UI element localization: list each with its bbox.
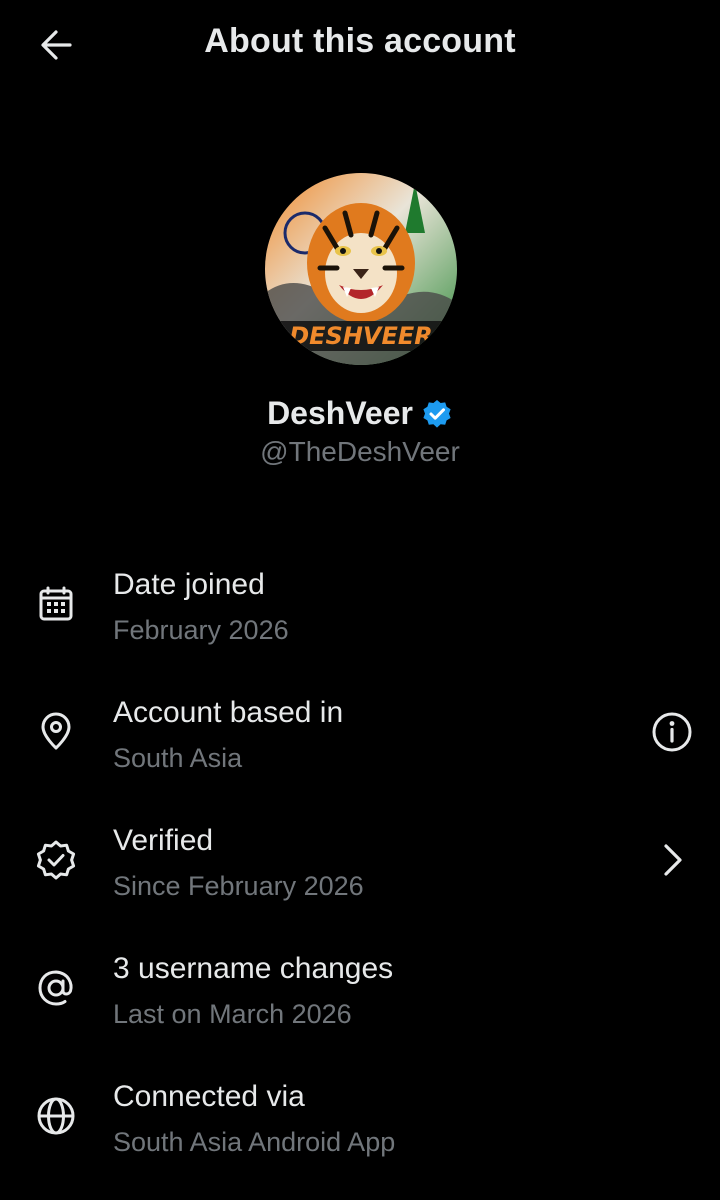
- list-item-verified[interactable]: Verified Since February 2026: [0, 816, 720, 944]
- chevron-right-icon: [664, 844, 682, 876]
- row-subtitle: South Asia: [113, 743, 243, 773]
- verified-badge-icon: [421, 398, 453, 430]
- info-button[interactable]: [648, 708, 696, 756]
- globe-icon: [34, 1094, 78, 1138]
- name-row: DeshVeer: [0, 395, 720, 432]
- row-subtitle: February 2026: [113, 615, 289, 645]
- row-title: Verified: [113, 824, 214, 857]
- avatar[interactable]: DESHVEER: [265, 173, 457, 365]
- row-title: Connected via: [113, 1080, 305, 1113]
- display-name: DeshVeer: [267, 395, 413, 431]
- tiger-logo-image: DESHVEER: [265, 173, 457, 365]
- page-title: About this account: [204, 22, 516, 60]
- row-title: Date joined: [113, 568, 265, 601]
- row-subtitle: South Asia Android App: [113, 1127, 396, 1157]
- list-item-username-changes: 3 username changes Last on March 2026: [0, 944, 720, 1072]
- list-item-account-based-in: Account based in South Asia: [0, 688, 720, 816]
- svg-text:DESHVEER: DESHVEER: [289, 322, 433, 350]
- info-icon: [652, 712, 692, 752]
- account-info-list: Date joined February 2026 Account based …: [0, 560, 720, 1200]
- top-bar: About this account: [0, 0, 720, 92]
- row-title: 3 username changes: [113, 952, 394, 985]
- at-sign-icon: [34, 966, 78, 1010]
- chevron-right-button[interactable]: [648, 836, 696, 884]
- calendar-icon: [34, 582, 78, 626]
- list-item-connected-via: Connected via South Asia Android App: [0, 1072, 720, 1200]
- row-subtitle: Since February 2026: [113, 871, 364, 901]
- row-title: Account based in: [113, 696, 344, 729]
- location-pin-icon: [34, 710, 78, 754]
- verified-badge-icon: [34, 838, 78, 882]
- username-handle: @TheDeshVeer: [260, 436, 460, 467]
- list-item-date-joined: Date joined February 2026: [0, 560, 720, 688]
- row-subtitle: Last on March 2026: [113, 999, 352, 1029]
